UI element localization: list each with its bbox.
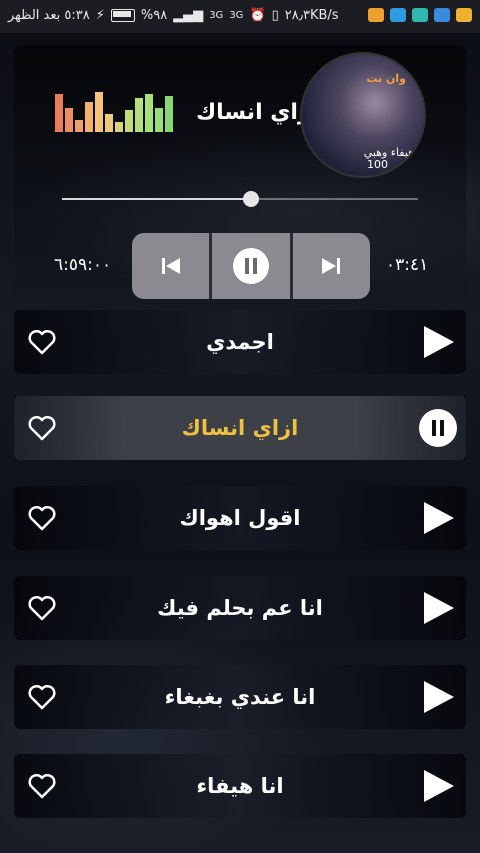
equalizer-icon	[55, 92, 173, 132]
app-notification-icon-5	[456, 8, 472, 22]
play-icon[interactable]	[422, 590, 456, 626]
battery-icon	[110, 9, 135, 22]
network-3g-1: 3G	[209, 10, 224, 21]
cover-label-number: 100	[367, 158, 388, 171]
next-button[interactable]	[289, 233, 370, 299]
app-notification-icon-4	[434, 8, 450, 22]
skip-previous-icon	[161, 258, 180, 274]
vibrate-icon: ▯	[271, 8, 279, 23]
play-icon[interactable]	[422, 768, 456, 804]
app-notification-icon-1	[368, 8, 384, 22]
charging-icon: ⚡	[95, 8, 105, 23]
song-item[interactable]: انا عندي بغبغاء	[14, 665, 466, 729]
pause-circle-icon[interactable]	[418, 408, 458, 448]
cover-label-brand: وان نت	[366, 72, 406, 85]
total-time: ٦:٥٩:٠٠	[54, 255, 112, 275]
skip-next-icon	[322, 258, 341, 274]
app-notification-icon-3	[412, 8, 428, 22]
seek-bar-thumb[interactable]	[243, 191, 259, 207]
play-icon[interactable]	[422, 679, 456, 715]
song-title: انا هيفاء	[196, 774, 284, 798]
song-item[interactable]: انا عم بحلم فيك	[14, 576, 466, 640]
song-item[interactable]: انا هيفاء	[14, 754, 466, 818]
status-bar: ٥:٣٨ بعد الظهر ⚡ %٩٨ ▂▄▆ 3G 3G ⏰ ▯ ٢٨٫٣K…	[0, 0, 480, 33]
song-title: انا عندي بغبغاء	[164, 685, 316, 709]
signal-icon: ▂▄▆	[173, 8, 204, 23]
album-cover: وان نت هيفاء وهبي 100	[300, 52, 426, 178]
alarm-icon: ⏰	[249, 8, 266, 23]
network-3g-2: 3G	[229, 10, 244, 21]
playback-controls	[132, 233, 370, 299]
song-item[interactable]: اقول اهواك	[14, 486, 466, 550]
time-label: ٥:٣٨ بعد الظهر	[8, 8, 90, 23]
app-notification-icon-2	[390, 8, 406, 22]
status-left: ٥:٣٨ بعد الظهر ⚡ %٩٨ ▂▄▆ 3G 3G ⏰ ▯ ٢٨٫٣K…	[8, 8, 339, 23]
pause-button[interactable]	[209, 233, 290, 299]
previous-button[interactable]	[132, 233, 210, 299]
song-title: انا عم بحلم فيك	[157, 596, 323, 620]
song-title: اجمدي	[206, 330, 274, 354]
pause-icon	[232, 248, 269, 284]
elapsed-time: ٠٣:٤١	[386, 255, 429, 275]
seek-bar-fill	[62, 198, 251, 200]
network-speed: ٢٨٫٣KB/s	[284, 8, 339, 23]
battery-percent: %٩٨	[140, 8, 168, 23]
play-icon[interactable]	[422, 500, 456, 536]
song-item-active[interactable]: ازاي انساك	[14, 396, 466, 460]
song-title: ازاي انساك	[181, 416, 299, 440]
song-item[interactable]: اجمدي	[14, 310, 466, 374]
song-title: اقول اهواك	[179, 506, 301, 530]
status-right	[368, 8, 472, 22]
play-icon[interactable]	[422, 324, 456, 360]
